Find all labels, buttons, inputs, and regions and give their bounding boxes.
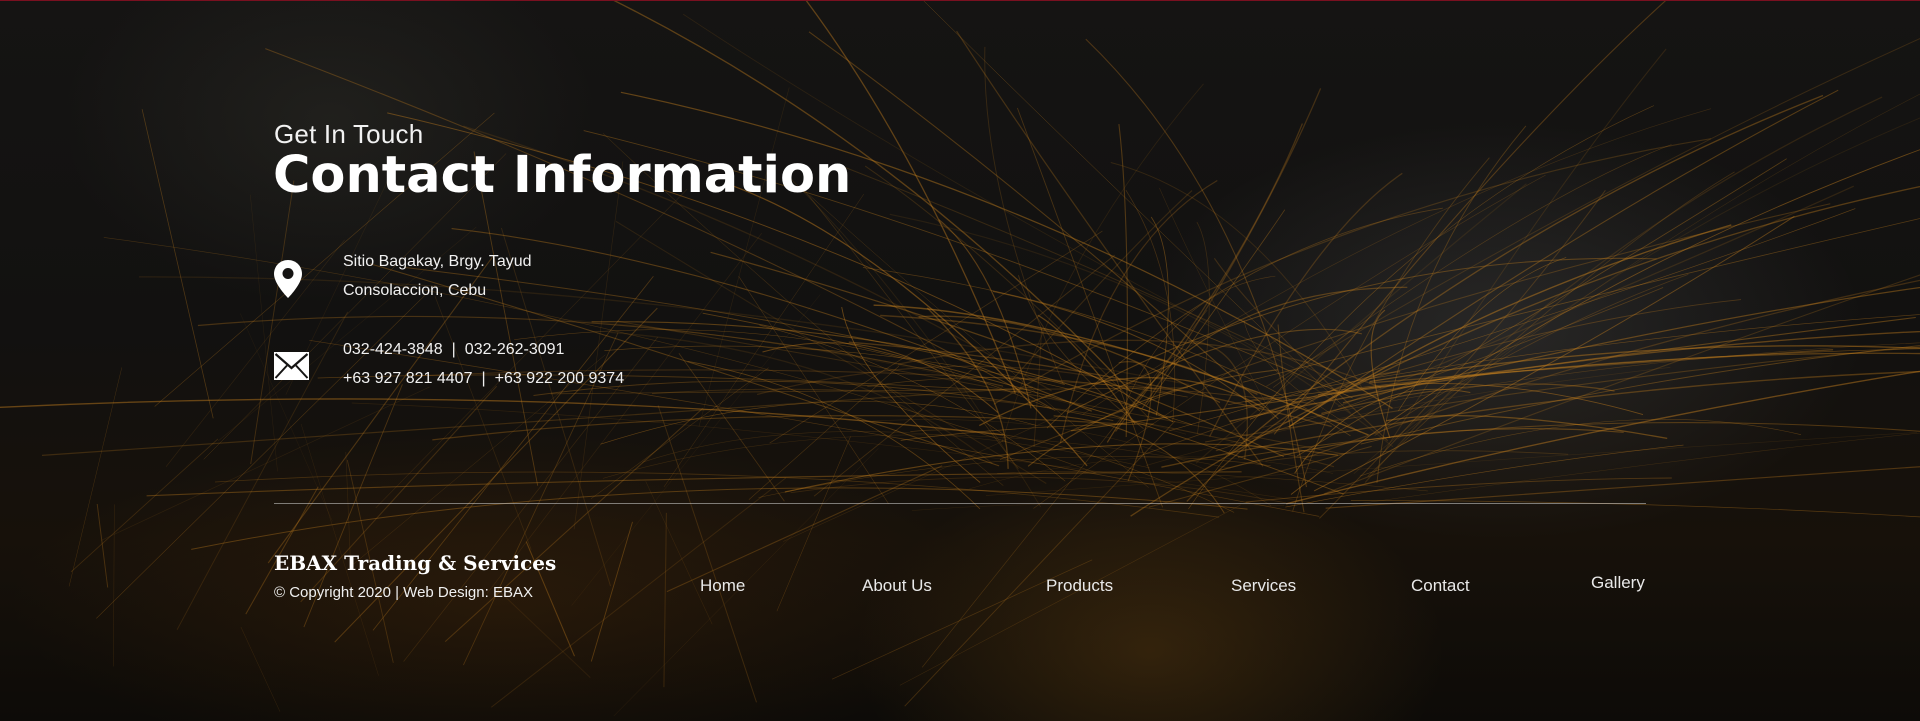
spark-streak <box>921 309 1208 668</box>
spark-streak <box>1367 171 1735 477</box>
spark-streak <box>776 436 851 612</box>
spark-streak <box>372 276 654 631</box>
spark-streak <box>146 471 1242 497</box>
phone-number: 032-262-3091 <box>464 341 565 358</box>
spark-streak <box>1218 428 1624 472</box>
spark-streak <box>70 438 219 573</box>
spark-streak <box>1196 221 1210 434</box>
spark-streak <box>1273 0 1668 435</box>
spark-streak <box>1266 38 1920 387</box>
spark-streak <box>698 87 790 427</box>
spark-streak <box>1237 422 1920 458</box>
footer-nav-services[interactable]: Services <box>1231 576 1296 596</box>
spark-streak <box>432 415 1127 441</box>
mobile-number: +63 922 200 9374 <box>494 370 625 387</box>
phone-number: 032-424-3848 <box>343 341 443 358</box>
spark-streak <box>444 407 704 642</box>
footer-nav-gallery[interactable]: Gallery <box>1591 573 1645 593</box>
spark-streak <box>615 220 1047 484</box>
spark-streak <box>910 429 1235 513</box>
spark-streak <box>663 512 667 688</box>
spark-streak <box>1337 185 1854 408</box>
spark-streak <box>0 398 1004 436</box>
section-title: Contact Information <box>273 146 852 205</box>
envelope-icon <box>274 352 309 380</box>
separator: | <box>481 370 486 387</box>
map-pin-icon <box>273 259 303 299</box>
footer-nav-about-us[interactable]: About Us <box>862 576 932 596</box>
spark-streak <box>657 405 757 703</box>
spark-streak <box>666 465 943 593</box>
spark-streak <box>1188 339 1248 460</box>
spark-streak <box>267 256 494 564</box>
spark-streak <box>300 423 379 676</box>
mobile-number: +63 927 821 4407 <box>343 370 473 387</box>
top-accent-line <box>0 0 1920 1</box>
spark-streak <box>1351 432 1920 505</box>
phone-line-1: 032-424-3848 | 032-262-3091 <box>343 341 564 359</box>
footer-nav-products[interactable]: Products <box>1046 576 1113 596</box>
spark-streak <box>112 504 115 667</box>
spark-streak <box>1376 125 1527 484</box>
spark-streak <box>1350 500 1920 518</box>
spark-streak <box>250 194 278 472</box>
spark-streak <box>141 109 214 419</box>
spark-streak <box>783 414 1061 542</box>
footer-brand: EBAX Trading & Services <box>274 551 557 575</box>
footer-copyright: © Copyright 2020 | Web Design: EBAX <box>274 584 533 601</box>
spark-streak <box>1359 419 1802 477</box>
spark-streak <box>571 294 821 606</box>
address-line-2: Consolaccion, Cebu <box>343 282 487 299</box>
footer-nav-home[interactable]: Home <box>700 576 745 596</box>
spark-streak <box>1303 279 1920 460</box>
address-line-1: Sitio Bagakay, Brgy. Tayud <box>343 253 532 270</box>
spark-streak <box>738 276 889 504</box>
spark-streak <box>500 227 611 587</box>
spark-streak <box>1110 162 1363 388</box>
spark-streak <box>250 180 295 465</box>
spark-streak <box>1227 94 1824 456</box>
spark-streak <box>1137 299 1742 458</box>
spark-streak <box>1285 444 1684 508</box>
spark-streak <box>1082 108 1711 415</box>
spark-streak <box>1353 117 1920 475</box>
spark-streak <box>240 626 281 712</box>
spark-streak <box>1159 187 1275 420</box>
footer-nav-contact[interactable]: Contact <box>1411 576 1470 596</box>
phone-line-2: +63 927 821 4407 | +63 922 200 9374 <box>343 370 624 388</box>
footer-divider <box>274 503 1646 504</box>
spark-streak <box>620 91 1393 409</box>
separator: | <box>451 341 456 358</box>
spark-streak <box>96 503 109 588</box>
spark-streak <box>1059 179 1218 443</box>
